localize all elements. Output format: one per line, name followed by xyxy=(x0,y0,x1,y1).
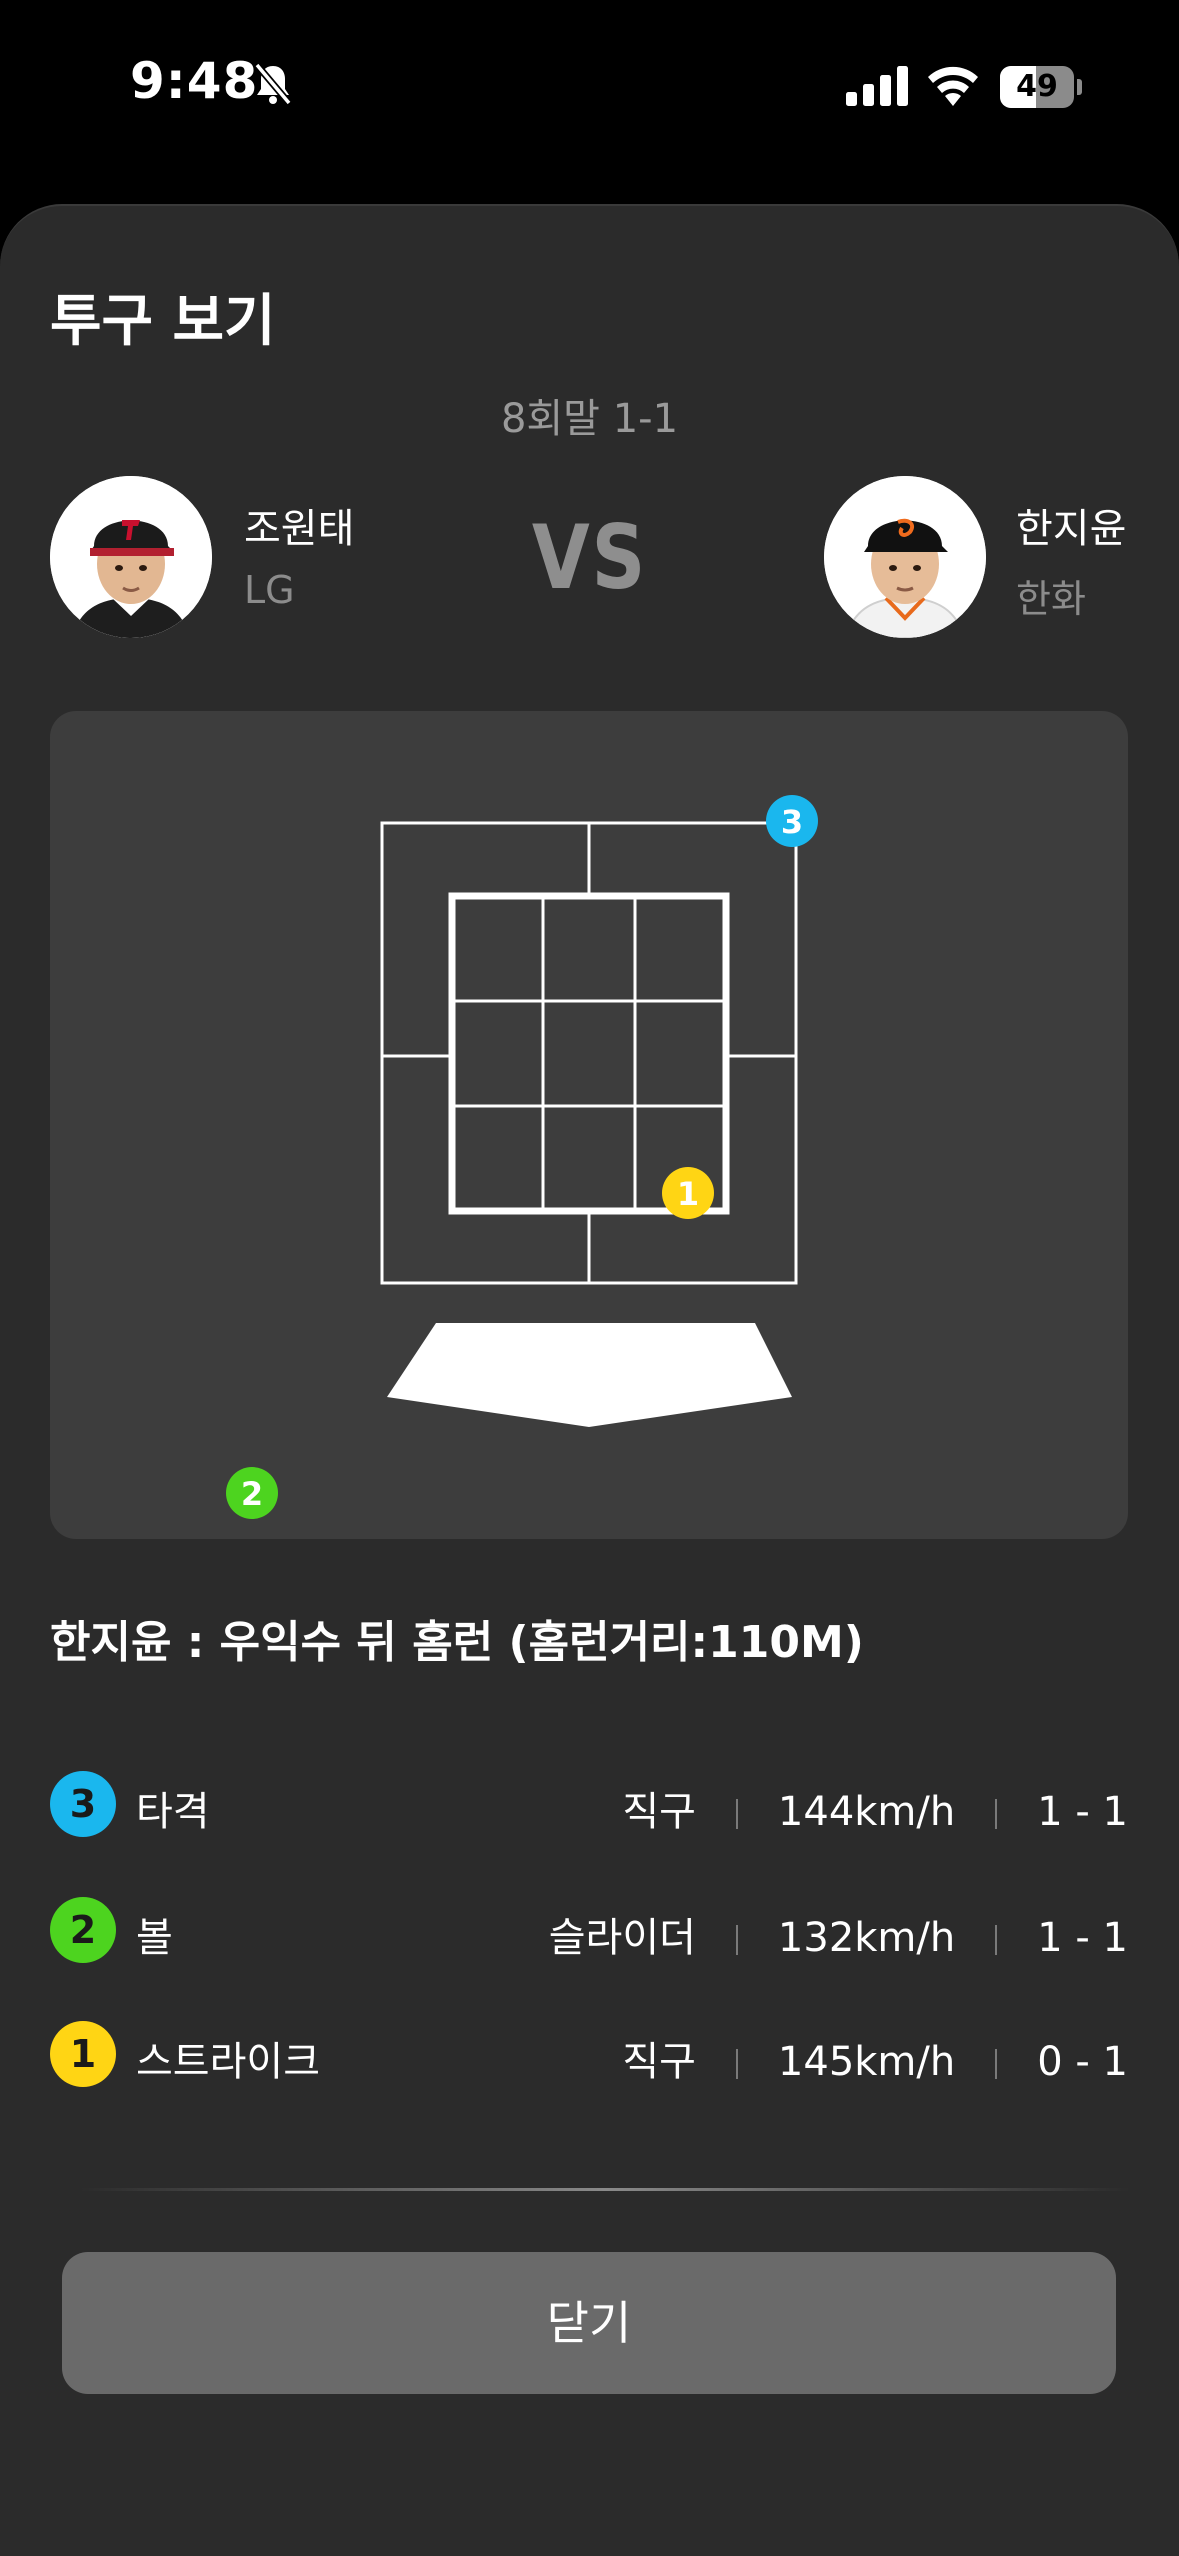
pitch-speed: 144km/h xyxy=(777,1789,956,1835)
status-bar: 9:48 49 xyxy=(0,0,1179,180)
pitch-row[interactable]: 3 타격 직구 144km/h 1 - 1 xyxy=(50,1769,1128,1839)
pitch-number-badge: 3 xyxy=(50,1771,116,1837)
at-bat-result: 한지윤 : 우익수 뒤 홈런 (홈런거리:110M) xyxy=(50,1617,864,1668)
sheet-title: 투구 보기 xyxy=(50,289,276,354)
inning-label: 8회말 1-1 xyxy=(500,396,679,442)
pitch-count: 0 - 1 xyxy=(1037,2039,1128,2085)
close-button[interactable]: 닫기 xyxy=(62,2252,1116,2394)
pitch-result: 타격 xyxy=(136,1789,210,1835)
pitcher-team: 한화 xyxy=(1016,577,1086,621)
strike-zone-panel: 3 1 2 xyxy=(50,711,1128,1539)
pitch-number-badge: 2 xyxy=(50,1897,116,1963)
strike-zone xyxy=(448,892,730,1215)
pitch-row[interactable]: 1 스트라이크 직구 145km/h 0 - 1 xyxy=(50,2019,1128,2089)
home-plate xyxy=(387,1323,792,1427)
signal-icon xyxy=(846,66,908,106)
pitch-count: 1 - 1 xyxy=(1037,1915,1128,1961)
strike-zone-graphic: 3 1 2 xyxy=(226,795,818,1519)
divider xyxy=(80,2188,1130,2191)
pitch-marker-3[interactable]: 3 xyxy=(766,795,818,847)
pitch-marker-2[interactable]: 2 xyxy=(226,1467,278,1519)
battery-percent: 49 xyxy=(1016,69,1058,104)
pitch-count: 1 - 1 xyxy=(1037,1789,1128,1835)
pitch-sheet: 투구 보기 8회말 1-1 조원태 LG VS 한지윤 한화 3 1 2 한지윤… xyxy=(0,204,1179,2556)
pitch-result: 볼 xyxy=(136,1915,173,1961)
pitch-speed: 132km/h xyxy=(777,1915,956,1961)
pitch-row[interactable]: 2 볼 슬라이더 132km/h 1 - 1 xyxy=(50,1895,1128,1965)
status-time: 9:48 xyxy=(130,52,259,110)
pitch-number-badge: 1 xyxy=(50,2021,116,2087)
bell-muted-icon xyxy=(254,62,292,106)
pitch-result: 스트라이크 xyxy=(136,2039,320,2085)
pitcher-name: 한지윤 xyxy=(1016,506,1127,552)
svg-text:3: 3 xyxy=(781,803,803,841)
battery-icon: 49 xyxy=(1000,66,1082,108)
pitch-type: 슬라이더 xyxy=(548,1915,696,1961)
svg-text:1: 1 xyxy=(677,1175,699,1213)
pitcher-avatar xyxy=(824,476,986,638)
wifi-icon xyxy=(928,66,978,106)
pitch-marker-1[interactable]: 1 xyxy=(662,1167,714,1219)
pitch-speed: 145km/h xyxy=(777,2039,956,2085)
pitch-type: 직구 xyxy=(622,1789,696,1835)
pitch-type: 직구 xyxy=(622,2039,696,2085)
svg-text:2: 2 xyxy=(241,1475,263,1513)
